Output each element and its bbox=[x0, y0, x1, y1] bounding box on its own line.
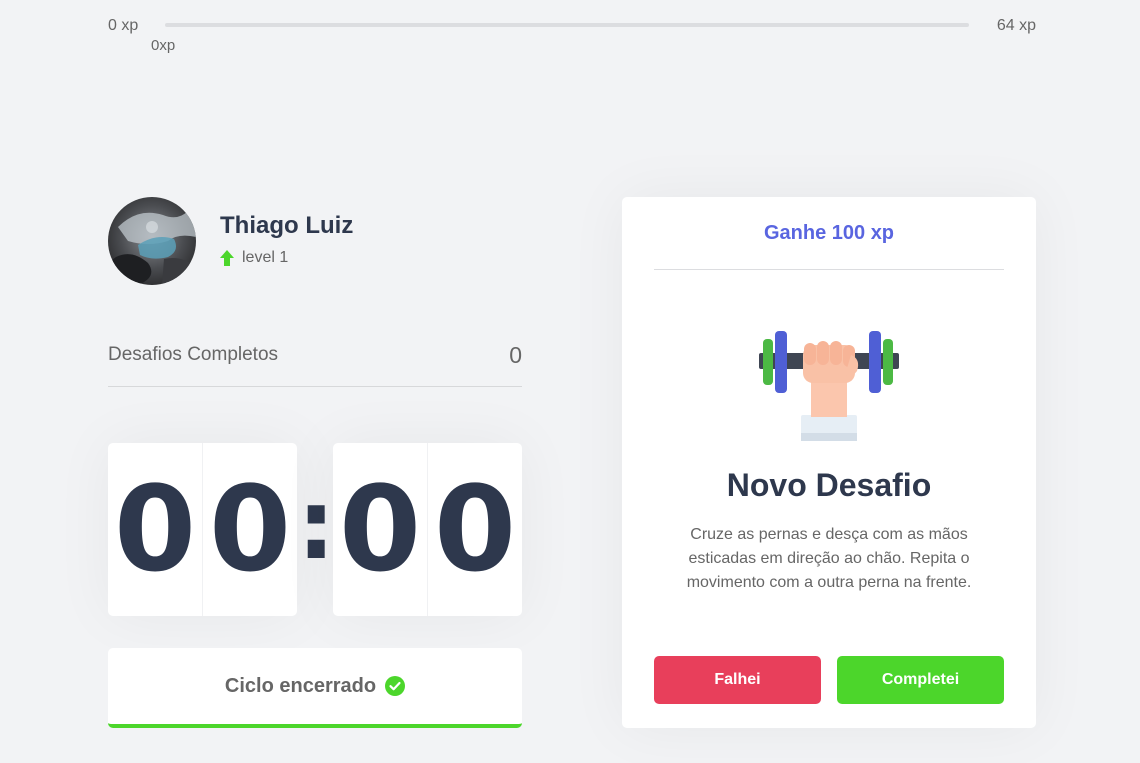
completed-button[interactable]: Completei bbox=[837, 656, 1004, 704]
completed-challenges: Desafios Completos 0 bbox=[108, 330, 522, 387]
profile: Thiago Luiz level 1 bbox=[108, 197, 408, 285]
completed-challenges-label: Desafios Completos bbox=[108, 344, 279, 365]
minute-ones-digit: 0 bbox=[208, 460, 292, 598]
countdown-timer: 0 0 : 0 0 bbox=[108, 443, 522, 616]
completed-challenges-count: 0 bbox=[509, 342, 522, 368]
level-label: level 1 bbox=[242, 249, 289, 266]
challenge-title: Novo Desafio bbox=[726, 467, 932, 503]
cycle-finished-label: Ciclo encerrado bbox=[224, 674, 377, 697]
app-page: 0 xp 0xp 64 xp Thiago Luiz level 1 Desaf… bbox=[0, 0, 1140, 763]
profile-name: Thiago Luiz bbox=[220, 212, 354, 239]
cycle-finished-button[interactable]: Ciclo encerrado bbox=[108, 648, 522, 728]
dumbbell-icon bbox=[755, 325, 903, 445]
experience-bar: 0 xp 0xp 64 xp bbox=[108, 16, 1036, 56]
avatar bbox=[108, 197, 196, 285]
countdown-seconds: 0 0 bbox=[333, 443, 522, 616]
countdown-minutes: 0 0 bbox=[108, 443, 297, 616]
countdown-separator: : bbox=[297, 469, 336, 581]
failed-button[interactable]: Falhei bbox=[654, 656, 821, 704]
xp-min-label: 0 xp bbox=[108, 17, 139, 34]
check-circle-icon bbox=[385, 676, 406, 696]
challenge-description: Cruze as pernas e desça com as mãos esti… bbox=[686, 526, 972, 591]
level-indicator: level 1 bbox=[220, 249, 288, 267]
second-ones-digit: 0 bbox=[433, 460, 517, 598]
xp-current-label: 0xp bbox=[151, 37, 176, 54]
xp-progress-track bbox=[165, 23, 969, 27]
minute-tens-digit: 0 bbox=[108, 443, 203, 616]
level-up-arrow-icon bbox=[220, 250, 234, 266]
challenge-reward: Ganhe 100 xp bbox=[654, 197, 1004, 270]
xp-max-label: 64 xp bbox=[996, 17, 1036, 34]
second-tens-digit: 0 bbox=[333, 443, 428, 616]
challenge-card: Ganhe 100 xp Novo Desafio Cruze as perna… bbox=[622, 197, 1036, 728]
